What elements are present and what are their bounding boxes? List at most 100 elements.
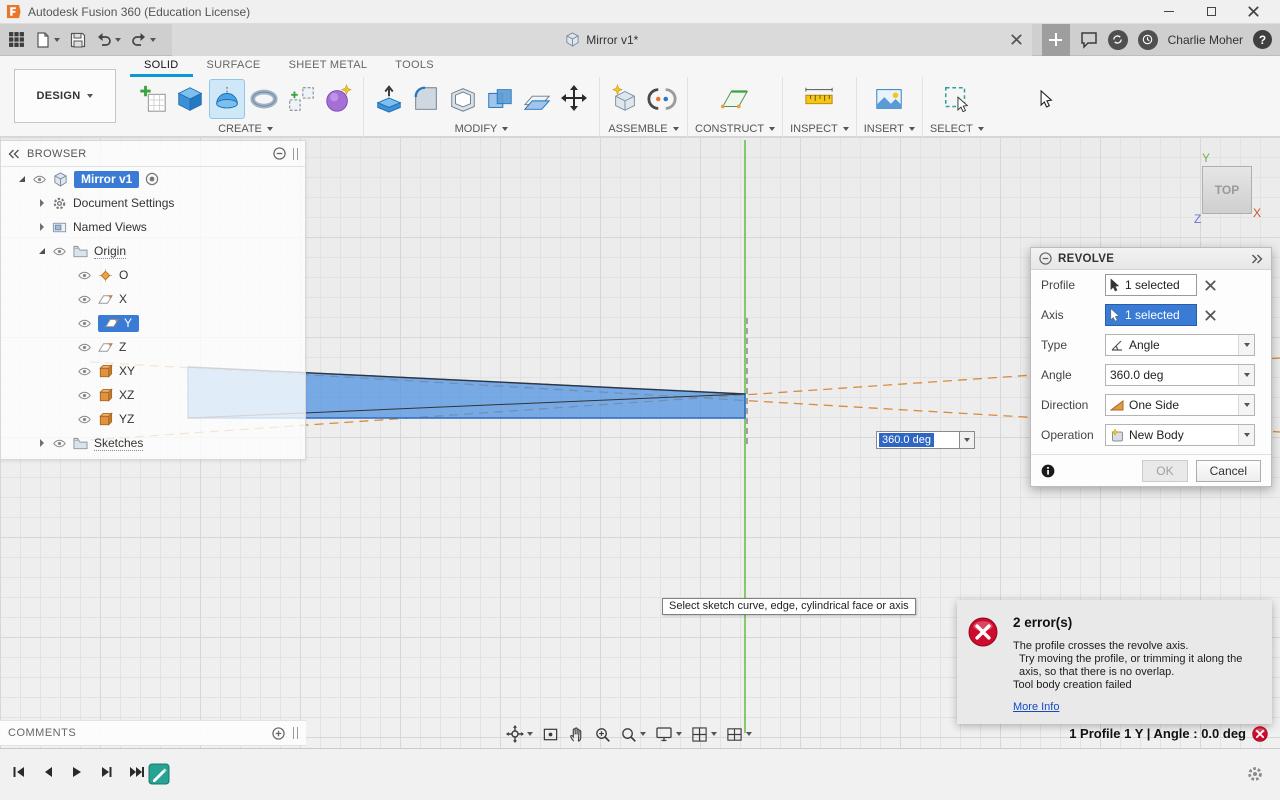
browser-row-x-axis[interactable]: X [1, 287, 305, 311]
comment-icon[interactable] [1080, 31, 1098, 49]
eye-icon[interactable] [77, 341, 92, 354]
view-cube[interactable]: TOP Y X Z [1194, 151, 1262, 226]
redo-button[interactable] [131, 32, 156, 48]
browser-row-sketches[interactable]: Sketches [1, 431, 305, 455]
cancel-button[interactable]: Cancel [1195, 459, 1261, 482]
view-cube-face[interactable]: TOP [1202, 166, 1252, 214]
angle-spinner-caret[interactable] [1238, 365, 1254, 385]
add-comment-icon[interactable] [272, 727, 285, 740]
dialog-collapse-icon[interactable] [1039, 252, 1052, 265]
expand-icon[interactable] [38, 247, 46, 255]
browser-row-root[interactable]: Mirror v1 [1, 167, 305, 191]
measure-button[interactable] [801, 79, 837, 119]
expand-icon[interactable] [38, 199, 46, 207]
construct-plane-button[interactable] [717, 79, 753, 119]
expand-icon[interactable] [18, 175, 26, 183]
browser-row-named-views[interactable]: Named Views [1, 215, 305, 239]
press-pull-button[interactable] [371, 79, 407, 119]
operation-dropdown-caret[interactable] [1238, 425, 1254, 445]
angle-field[interactable]: 360.0 deg [1105, 364, 1255, 386]
workspace-selector[interactable]: DESIGN [14, 69, 116, 123]
dialog-title-bar[interactable]: REVOLVE [1031, 248, 1271, 270]
app-grid-icon[interactable] [8, 31, 25, 48]
timeline-go-to-end-button[interactable] [128, 765, 145, 779]
job-status-icon[interactable] [1107, 29, 1128, 50]
eye-icon[interactable] [77, 269, 92, 282]
angle-input[interactable]: 360.0 deg [876, 431, 960, 449]
undo-button[interactable] [96, 32, 121, 48]
browser-row-y-axis[interactable]: Y [1, 311, 305, 335]
user-name[interactable]: Charlie Moher [1168, 33, 1243, 47]
fillet-button[interactable] [408, 79, 444, 119]
file-menu-button[interactable] [35, 32, 60, 48]
browser-row-z-axis[interactable]: Z [1, 335, 305, 359]
fit-button[interactable] [620, 726, 646, 743]
browser-row-doc-settings[interactable]: Document Settings [1, 191, 305, 215]
comments-drag-handle[interactable] [293, 727, 298, 739]
type-dropdown[interactable]: Angle [1105, 334, 1255, 356]
eye-icon[interactable] [52, 437, 67, 450]
dialog-dock-icon[interactable] [1251, 254, 1263, 264]
save-button[interactable] [70, 32, 86, 48]
browser-row-yz-plane[interactable]: YZ [1, 407, 305, 431]
create-sketch-button[interactable] [135, 79, 171, 119]
help-icon[interactable]: ? [1253, 30, 1272, 49]
document-tab[interactable]: Mirror v1* [172, 23, 1032, 56]
joint-button[interactable] [644, 79, 680, 119]
pattern-button[interactable] [283, 79, 319, 119]
pan-button[interactable] [568, 726, 585, 743]
split-button[interactable] [519, 79, 555, 119]
move-button[interactable] [556, 79, 592, 119]
group-label-select[interactable]: SELECT [930, 121, 984, 136]
eye-icon[interactable] [77, 365, 92, 378]
combine-button[interactable] [482, 79, 518, 119]
collapse-browser-icon[interactable] [8, 149, 20, 159]
orbit-button[interactable] [506, 725, 533, 743]
tab-surface[interactable]: SURFACE [193, 56, 275, 77]
direction-dropdown[interactable]: One Side [1105, 394, 1255, 416]
look-at-button[interactable] [542, 726, 559, 743]
browser-row-origin-point[interactable]: O [1, 263, 305, 287]
insert-button[interactable] [871, 79, 907, 119]
timeline-step-forward-button[interactable] [99, 765, 113, 779]
eye-icon[interactable] [77, 293, 92, 306]
eye-icon[interactable] [32, 173, 47, 186]
group-label-construct[interactable]: CONSTRUCT [695, 121, 776, 136]
close-button[interactable] [1232, 0, 1274, 24]
direction-dropdown-caret[interactable] [1238, 395, 1254, 415]
eye-icon[interactable] [77, 389, 92, 402]
error-badge-icon[interactable] [1252, 726, 1268, 742]
timeline-go-to-start-button[interactable] [12, 765, 26, 779]
tab-solid[interactable]: SOLID [130, 56, 193, 77]
minimize-button[interactable] [1148, 0, 1190, 24]
operation-dropdown[interactable]: New Body [1105, 424, 1255, 446]
browser-row-origin[interactable]: Origin [1, 239, 305, 263]
form-button[interactable] [320, 79, 356, 119]
eye-icon[interactable] [77, 317, 92, 330]
group-label-insert[interactable]: INSERT [864, 121, 915, 136]
profile-selection-box[interactable]: 1 selected [1105, 274, 1197, 296]
shell-button[interactable] [445, 79, 481, 119]
axis-selection-box[interactable]: 1 selected [1105, 304, 1197, 326]
browser-row-xz-plane[interactable]: XZ [1, 383, 305, 407]
display-settings-button[interactable] [655, 725, 682, 743]
timeline-settings-gear-icon[interactable] [1246, 765, 1264, 783]
browser-drag-handle[interactable] [293, 147, 298, 160]
expand-icon[interactable] [38, 439, 46, 447]
zoom-button[interactable] [594, 726, 611, 743]
new-component-button[interactable] [607, 79, 643, 119]
clear-axis-icon[interactable] [1205, 310, 1216, 321]
timeline-play-button[interactable] [70, 765, 84, 779]
maximize-button[interactable] [1190, 0, 1232, 24]
group-label-create[interactable]: CREATE [218, 121, 273, 136]
select-button[interactable] [939, 79, 975, 119]
timeline-sketch-feature[interactable] [147, 762, 171, 786]
activate-radio-icon[interactable] [145, 172, 159, 186]
root-component-label[interactable]: Mirror v1 [74, 170, 140, 188]
group-label-assemble[interactable]: ASSEMBLE [608, 121, 679, 136]
type-dropdown-caret[interactable] [1238, 335, 1254, 355]
info-icon[interactable] [1041, 464, 1055, 478]
group-label-modify[interactable]: MODIFY [455, 121, 509, 136]
viewports-button[interactable] [726, 726, 752, 743]
eye-icon[interactable] [77, 413, 92, 426]
